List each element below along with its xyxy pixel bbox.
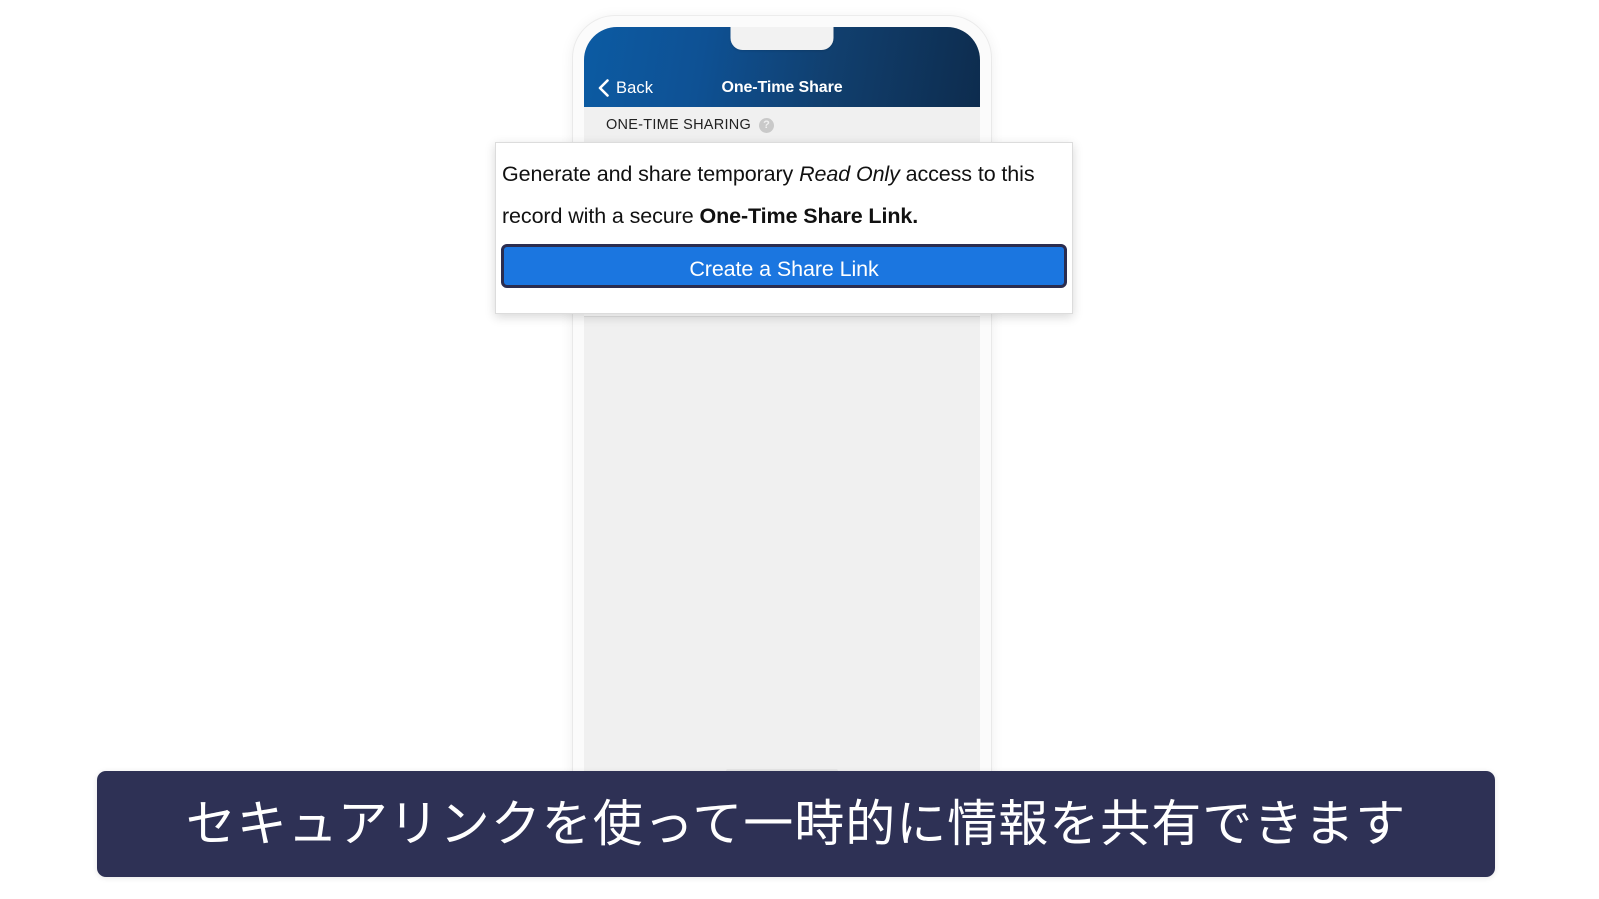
share-description-text: Generate and share temporary Read Only a… xyxy=(496,143,1072,237)
phone-notch xyxy=(730,27,834,50)
create-share-link-button[interactable]: Create a Share Link xyxy=(501,244,1067,288)
description-part-1: Generate and share temporary xyxy=(502,162,800,186)
description-emphasis-read-only: Read Only xyxy=(799,162,900,186)
help-circle-icon[interactable]: ? xyxy=(758,118,774,133)
description-emphasis-share-link: One-Time Share Link. xyxy=(699,204,919,228)
section-label: ONE-TIME SHARING xyxy=(606,117,751,134)
zoom-callout-overlay: Generate and share temporary Read Only a… xyxy=(495,142,1073,314)
page-title: One-Time Share xyxy=(721,79,843,96)
app-header-bar: Back One-Time Share xyxy=(584,27,980,107)
phone-device-frame: Back One-Time Share ONE-TIME SHARING ? xyxy=(573,16,991,816)
content-area xyxy=(584,317,980,787)
caption-bar: セキュアリンクを使って一時的に情報を共有できます xyxy=(97,771,1495,877)
caption-text: セキュアリンクを使って一時的に情報を共有できます xyxy=(185,795,1407,853)
section-header-row: ONE-TIME SHARING ? xyxy=(584,107,980,143)
